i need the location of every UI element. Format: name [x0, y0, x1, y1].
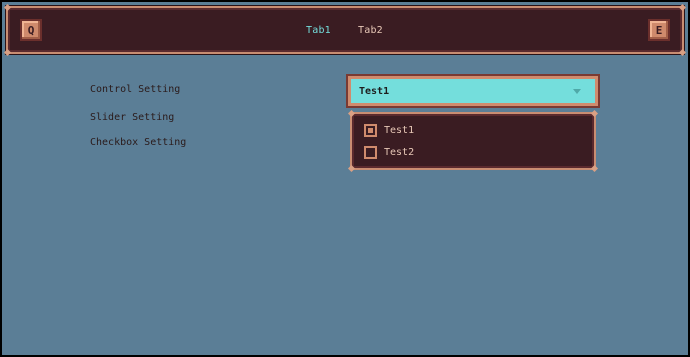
dropdown-options-panel: Test1 Test2 — [348, 110, 598, 172]
keycap-e-icon[interactable]: E — [648, 19, 670, 41]
corner-ornament-icon — [591, 110, 598, 117]
tab-1[interactable]: Tab1 — [306, 25, 331, 36]
dropdown-field[interactable]: Test1 — [351, 79, 595, 103]
tab-2[interactable]: Tab2 — [358, 25, 383, 36]
top-tab-bar: Q Tab1 Tab2 E — [4, 4, 686, 56]
corner-ornament-icon — [348, 110, 355, 117]
checkbox-empty-icon[interactable] — [364, 146, 377, 159]
dropdown-selected-value: Test1 — [359, 85, 390, 97]
control-setting-label: Control Setting — [90, 84, 181, 95]
dropdown-option-test1[interactable]: Test1 — [364, 124, 414, 137]
game-screen: Q Tab1 Tab2 E Control Setting Slider Set… — [2, 2, 688, 355]
corner-ornament-icon — [4, 49, 11, 56]
corner-ornament-icon — [679, 4, 686, 11]
corner-ornament-icon — [591, 165, 598, 172]
option-label: Test1 — [384, 125, 415, 136]
corner-ornament-icon — [679, 49, 686, 56]
checkbox-checked-icon[interactable] — [364, 124, 377, 137]
slider-setting-label: Slider Setting — [90, 112, 175, 123]
corner-ornament-icon — [348, 165, 355, 172]
control-dropdown[interactable]: Test1 — [346, 74, 600, 108]
corner-ornament-icon — [4, 4, 11, 11]
option-label: Test2 — [384, 147, 415, 158]
chevron-down-icon[interactable] — [573, 89, 581, 94]
dropdown-option-test2[interactable]: Test2 — [364, 146, 414, 159]
checkbox-setting-label: Checkbox Setting — [90, 137, 187, 148]
keycap-q-icon[interactable]: Q — [20, 19, 42, 41]
